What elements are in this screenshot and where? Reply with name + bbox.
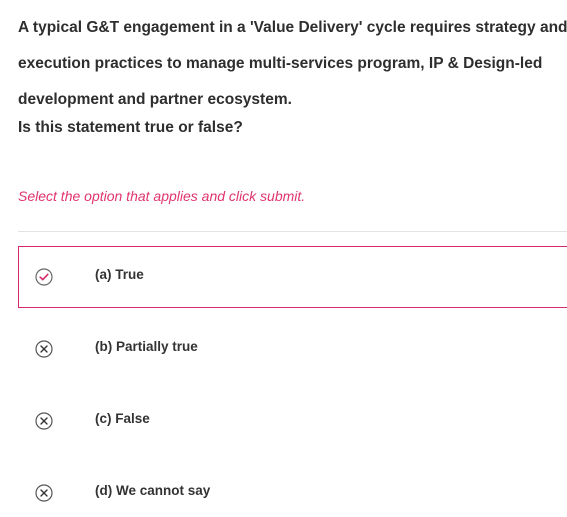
question-line-2: execution practices to manage multi-serv… (18, 55, 543, 72)
option-d-label: (d) We cannot say (95, 483, 211, 498)
option-a[interactable]: (a) True (18, 246, 567, 308)
check-circle-icon (35, 268, 53, 286)
option-b[interactable]: (b) Partially true (18, 318, 567, 380)
x-circle-icon (35, 340, 53, 358)
instruction-text: Select the option that applies and click… (18, 188, 306, 204)
question-text: A typical G&T engagement in a 'Value Del… (18, 10, 567, 146)
option-c[interactable]: (c) False (18, 390, 567, 452)
x-circle-icon (35, 484, 53, 502)
option-b-label: (b) Partially true (95, 339, 198, 354)
option-d[interactable]: (d) We cannot say (18, 462, 567, 517)
option-c-label: (c) False (95, 411, 150, 426)
question-line-1: A typical G&T engagement in a 'Value Del… (18, 19, 567, 36)
option-a-label: (a) True (95, 267, 144, 282)
x-circle-icon (35, 412, 53, 430)
divider (18, 231, 567, 232)
